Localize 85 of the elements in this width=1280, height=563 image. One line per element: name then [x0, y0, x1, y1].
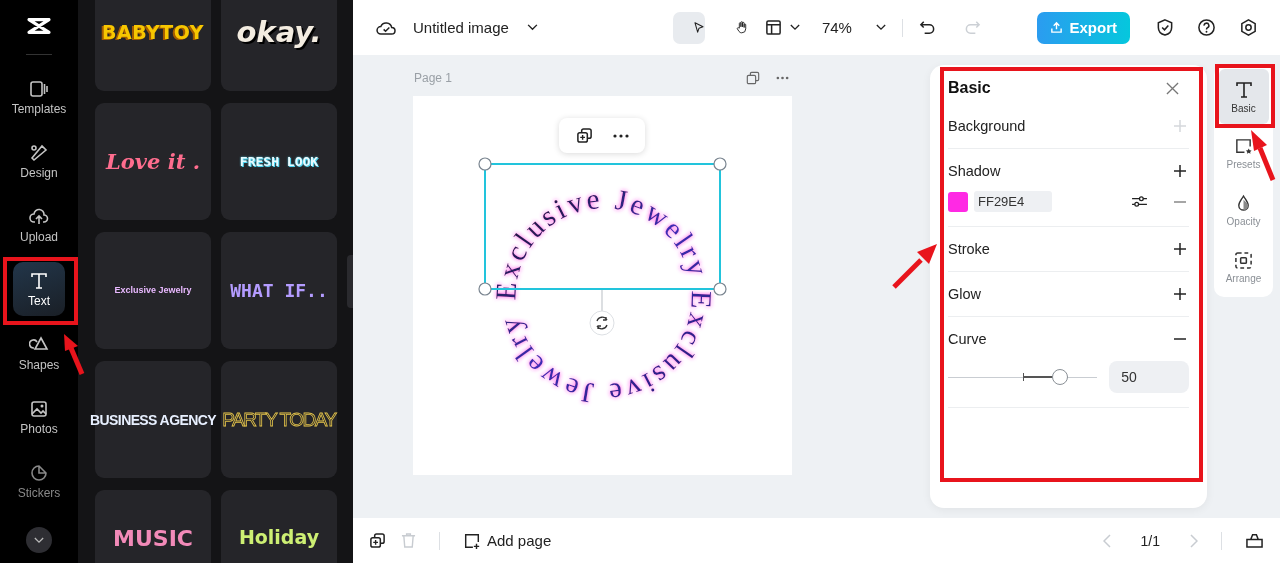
upload-icon	[1050, 21, 1064, 34]
text-preset-tile[interactable]: PARTY TODAY	[221, 361, 337, 478]
section-label: Stroke	[948, 241, 990, 257]
duplicate-icon[interactable]	[369, 532, 386, 549]
section-label: Glow	[948, 286, 982, 302]
sliders-icon[interactable]	[1131, 195, 1148, 208]
cloud-check-icon[interactable]	[376, 19, 397, 36]
curve-value-field[interactable]: 50	[1109, 361, 1189, 393]
text-icon	[1233, 79, 1254, 100]
pointer-icon	[692, 19, 705, 36]
undo-icon[interactable]	[918, 19, 936, 36]
color-swatch[interactable]	[948, 191, 968, 212]
sidebar-item[interactable]: Design	[13, 134, 65, 188]
text-preset-label: Exclusive Jewelry	[114, 286, 192, 295]
zoom-level[interactable]: 74%	[821, 19, 852, 36]
sticker-icon	[29, 462, 49, 483]
section-label: Background	[948, 118, 1026, 134]
drop-icon	[1236, 194, 1251, 213]
sidebar-item[interactable]: Photos	[13, 390, 65, 444]
text-preset-label: BABYTOY	[101, 23, 205, 42]
plus-icon[interactable]	[1173, 242, 1187, 256]
panel-title: Basic	[948, 79, 991, 97]
select-tool[interactable]	[672, 11, 705, 44]
text-preset-tile[interactable]: Love it .	[95, 103, 211, 220]
section-label: Curve	[948, 331, 987, 347]
plus-icon[interactable]	[1173, 287, 1187, 301]
resize-handle[interactable]	[478, 282, 492, 296]
layout-icon[interactable]	[764, 19, 782, 36]
duplicate-icon[interactable]	[575, 127, 593, 144]
sidebar-item[interactable]: Templates	[13, 70, 65, 124]
add-page-button[interactable]: Add page	[463, 531, 552, 550]
sidebar-item[interactable]: Stickers	[13, 454, 65, 508]
expand-button[interactable]	[26, 527, 52, 553]
text-preset-label: MUSIC	[113, 528, 193, 550]
text-preset-label: Love it .	[106, 151, 200, 172]
chevron-down-icon[interactable]	[526, 24, 538, 31]
sidebar-item[interactable]: Shapes	[13, 326, 65, 380]
property-tab[interactable]: Opacity	[1218, 183, 1269, 238]
property-tab[interactable]: Basic	[1218, 69, 1269, 124]
arrow-drawing	[891, 242, 939, 290]
page-counter: 1/1	[1140, 532, 1160, 549]
text-preset-label: BUSINESS AGENCY	[90, 412, 216, 427]
text-preset-label: PARTY TODAY	[222, 410, 336, 429]
page-label: Page 1	[413, 71, 453, 85]
text-preset-label: WHAT IF..	[230, 281, 328, 300]
sidebar-item[interactable]: Text	[13, 262, 65, 316]
close-icon[interactable]	[1166, 81, 1179, 95]
resize-handle[interactable]	[713, 157, 727, 171]
design-icon	[29, 142, 49, 163]
text-preset-label: okay.	[236, 18, 322, 47]
settings-icon[interactable]	[1239, 18, 1258, 37]
hex-input[interactable]: FF29E4	[974, 191, 1052, 212]
chevron-down-icon	[34, 536, 44, 544]
chevron-down-icon[interactable]	[789, 24, 800, 31]
text-preset-tile[interactable]: MUSIC	[95, 490, 211, 563]
upload-icon	[29, 206, 49, 227]
text-preset-tile[interactable]: Holiday	[221, 490, 337, 563]
star-frame-icon	[1234, 137, 1253, 156]
add-page-icon	[463, 531, 481, 550]
highlight-box	[1215, 64, 1275, 128]
logo-icon[interactable]	[26, 16, 52, 36]
slider-thumb[interactable]	[1052, 369, 1068, 385]
text-preset-tile[interactable]: FRESH LOOK	[221, 103, 337, 220]
resize-handle[interactable]	[478, 157, 492, 171]
text-preset-tile[interactable]: BABYTOY	[95, 0, 211, 91]
curve-slider[interactable]	[948, 369, 1098, 385]
chevron-down-icon[interactable]	[875, 24, 886, 31]
text-preset-label: FRESH LOOK	[239, 155, 319, 168]
text-preset-tile[interactable]: WHAT IF..	[221, 232, 337, 349]
plus-icon[interactable]	[1173, 164, 1187, 178]
sidebar-item[interactable]: Upload	[13, 198, 65, 252]
collapse-icon[interactable]	[1245, 532, 1264, 549]
more-icon[interactable]	[612, 133, 629, 138]
section-label: Shadow	[948, 163, 1001, 179]
text-preset-tile[interactable]: Exclusive Jewelry	[95, 232, 211, 349]
text-icon	[29, 270, 49, 291]
document-title[interactable]: Untitled image	[413, 19, 509, 36]
text-preset-label: Holiday	[238, 528, 320, 547]
arrange-icon	[1234, 251, 1253, 270]
resize-handle[interactable]	[713, 282, 727, 296]
shield-check-icon[interactable]	[1156, 18, 1174, 37]
template-icon	[29, 78, 49, 99]
text-preset-tile[interactable]: okay.	[221, 0, 337, 91]
help-icon[interactable]	[1197, 18, 1216, 37]
image-icon	[29, 398, 49, 419]
